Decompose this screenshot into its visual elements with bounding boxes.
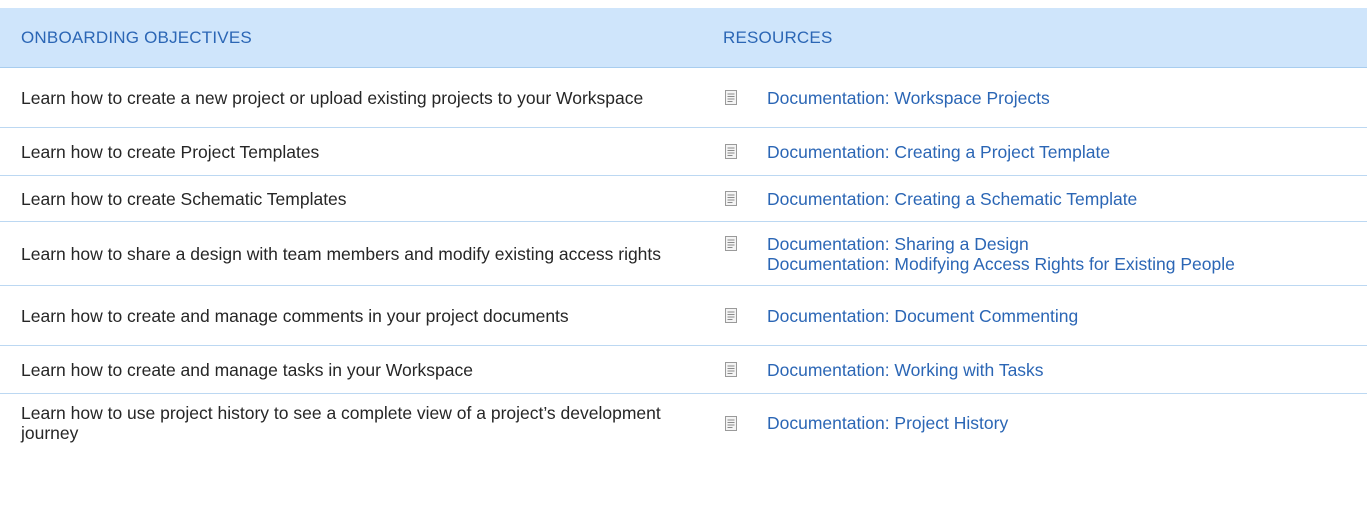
resource-cell: Documentation: Sharing a Design Document… xyxy=(723,234,1367,274)
resource-cell: Documentation: Document Commenting xyxy=(723,306,1367,326)
resources-column-header: RESOURCES xyxy=(723,27,833,47)
table-header: ONBOARDING OBJECTIVES RESOURCES xyxy=(0,8,1367,68)
objective-text: Learn how to create Schematic Templates xyxy=(21,188,347,209)
documentation-link[interactable]: Documentation: Sharing a Design xyxy=(767,234,1235,254)
document-icon xyxy=(725,235,737,251)
objective-text: Learn how to create and manage tasks in … xyxy=(21,359,474,380)
objectives-column-header: ONBOARDING OBJECTIVES xyxy=(21,27,252,47)
documentation-link[interactable]: Documentation: Creating a Schematic Temp… xyxy=(767,189,1137,209)
document-icon xyxy=(725,191,737,206)
objective-text: Learn how to share a design with team me… xyxy=(21,243,662,264)
table-row: Learn how to create and manage comments … xyxy=(0,286,1367,346)
table-row: Learn how to create Project Templates Do… xyxy=(0,128,1367,176)
documentation-link[interactable]: Documentation: Workspace Projects xyxy=(767,88,1050,108)
objective-text: Learn how to use project history to see … xyxy=(21,403,661,443)
resource-cell: Documentation: Workspace Projects xyxy=(723,88,1367,108)
resource-cell: Documentation: Creating a Schematic Temp… xyxy=(723,189,1367,209)
table-row: Learn how to create Schematic Templates … xyxy=(0,176,1367,222)
document-icon xyxy=(725,90,737,105)
table-row: Learn how to create a new project or upl… xyxy=(0,68,1367,128)
table-row: Learn how to use project history to see … xyxy=(0,394,1367,452)
document-icon xyxy=(725,362,737,377)
objective-text: Learn how to create Project Templates xyxy=(21,141,320,162)
table-row: Learn how to create and manage tasks in … xyxy=(0,346,1367,394)
document-icon xyxy=(725,144,737,159)
resource-cell: Documentation: Creating a Project Templa… xyxy=(723,142,1367,162)
documentation-link[interactable]: Documentation: Project History xyxy=(767,413,1008,433)
objective-text: Learn how to create and manage comments … xyxy=(21,305,569,326)
table-row: Learn how to share a design with team me… xyxy=(0,222,1367,286)
resource-cell: Documentation: Project History xyxy=(723,413,1367,433)
document-icon xyxy=(725,415,737,431)
documentation-link[interactable]: Documentation: Modifying Access Rights f… xyxy=(767,254,1235,274)
documentation-link[interactable]: Documentation: Working with Tasks xyxy=(767,360,1044,380)
objective-text: Learn how to create a new project or upl… xyxy=(21,87,644,108)
documentation-link[interactable]: Documentation: Creating a Project Templa… xyxy=(767,142,1110,162)
resource-cell: Documentation: Working with Tasks xyxy=(723,360,1367,380)
document-icon xyxy=(725,308,737,323)
documentation-link[interactable]: Documentation: Document Commenting xyxy=(767,306,1078,326)
onboarding-table: ONBOARDING OBJECTIVES RESOURCES Learn ho… xyxy=(0,8,1367,452)
